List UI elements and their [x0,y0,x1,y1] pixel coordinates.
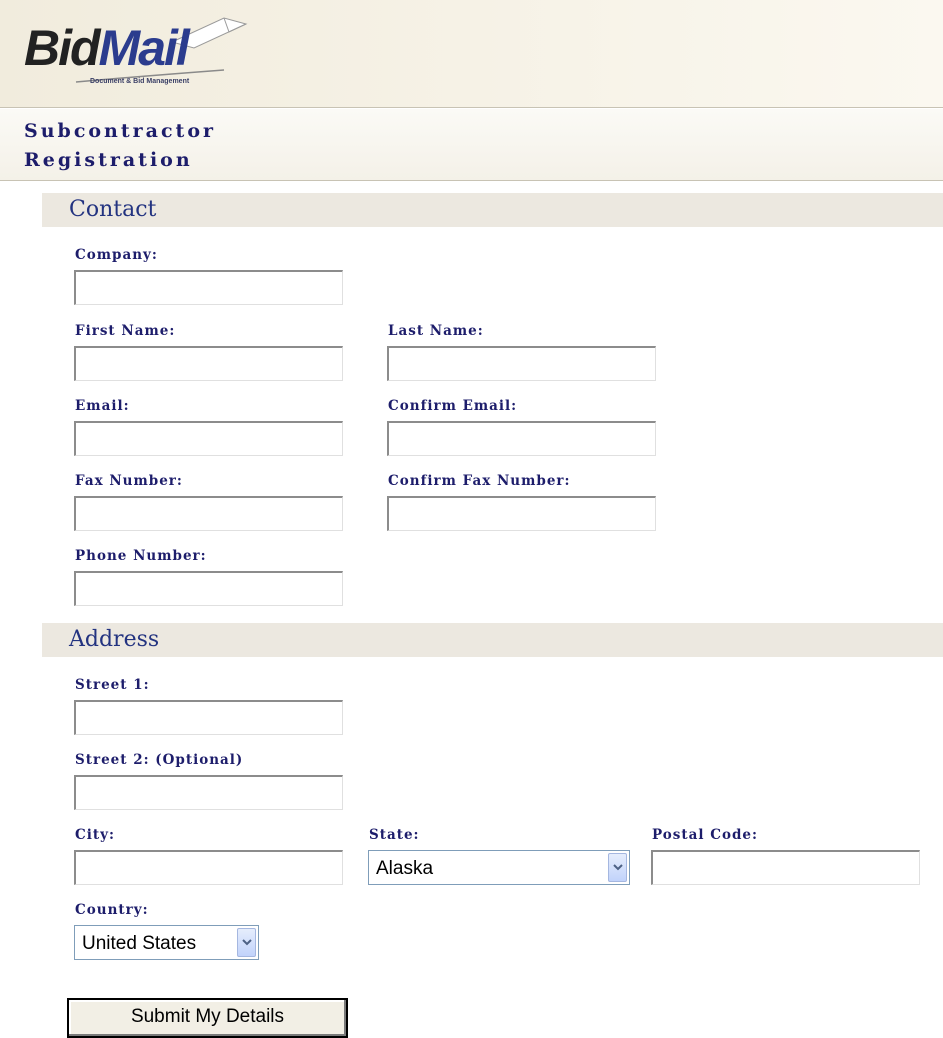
country-dropdown-button[interactable] [237,928,256,957]
contact-section-title: Contact [69,197,157,222]
country-select[interactable]: United States [74,925,259,960]
contact-section-header: Contact [42,193,943,227]
city-label: City: [75,827,115,843]
fax-number-input[interactable] [74,496,343,531]
address-section-header: Address [42,623,943,657]
company-input[interactable] [74,270,343,305]
postal-code-input[interactable] [651,850,920,885]
address-section-title: Address [69,627,160,652]
street2-label: Street 2: (Optional) [75,752,244,768]
company-label: Company: [75,247,158,263]
page-title: Subcontractor Registration [24,120,217,171]
last-name-input[interactable] [387,346,656,381]
logo-mail-text: Mail [98,20,190,76]
country-label: Country: [75,902,149,918]
chevron-down-icon [613,864,623,871]
bidmail-logo: BidMail Document & Bid Management [24,12,264,92]
submit-button[interactable]: Submit My Details [67,998,348,1038]
email-label: Email: [75,398,130,414]
state-label: State: [369,827,420,843]
logo-bid-text: Bid [24,20,101,76]
phone-number-input[interactable] [74,571,343,606]
street1-input[interactable] [74,700,343,735]
first-name-label: First Name: [75,323,176,339]
confirm-email-label: Confirm Email: [388,398,518,414]
fax-number-label: Fax Number: [75,473,183,489]
postal-code-label: Postal Code: [652,827,758,843]
logo-tagline: Document & Bid Management [90,78,190,85]
street1-label: Street 1: [75,677,150,693]
title-band: Subcontractor Registration [0,109,943,181]
confirm-fax-number-label: Confirm Fax Number: [388,473,571,489]
logo-wordmark: BidMail [24,20,190,76]
header: BidMail Document & Bid Management [0,0,943,108]
country-selected-value: United States [82,933,197,954]
state-select[interactable]: Alaska [368,850,630,885]
last-name-label: Last Name: [388,323,484,339]
chevron-down-icon [242,939,252,946]
first-name-input[interactable] [74,346,343,381]
confirm-fax-number-input[interactable] [387,496,656,531]
state-selected-value: Alaska [376,858,434,879]
phone-number-label: Phone Number: [75,548,207,564]
city-input[interactable] [74,850,343,885]
confirm-email-input[interactable] [387,421,656,456]
email-input[interactable] [74,421,343,456]
street2-input[interactable] [74,775,343,810]
state-dropdown-button[interactable] [608,853,627,882]
